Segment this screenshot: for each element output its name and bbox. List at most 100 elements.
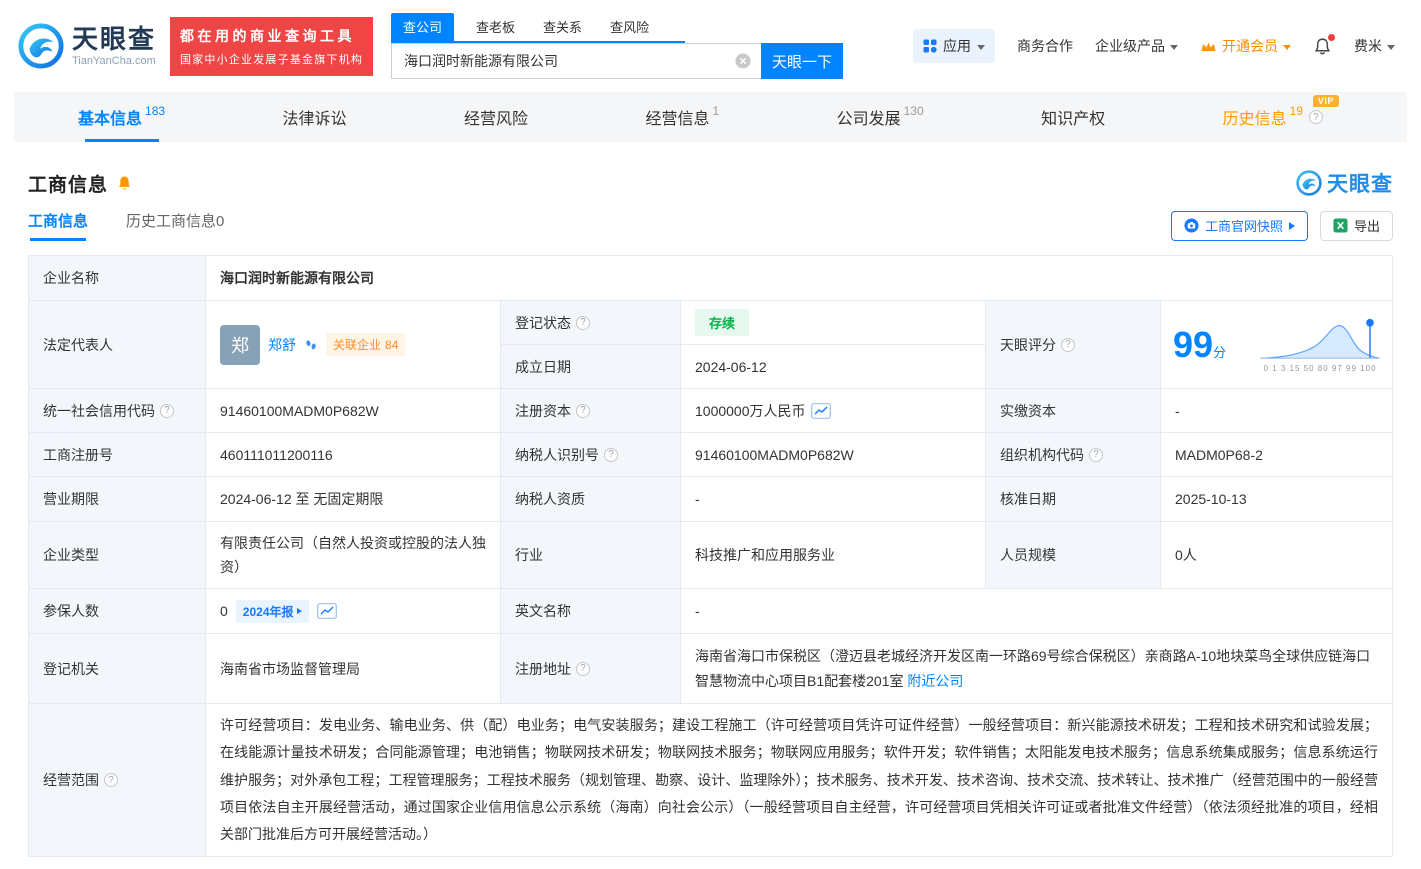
header-right: 应用 商务合作 企业级产品 开通会员 费米 xyxy=(913,29,1403,63)
tianyancha-logo[interactable]: 天眼查 TianYanCha.com xyxy=(18,23,156,69)
footprint-icon[interactable] xyxy=(304,338,318,352)
score-axis-labels: 0 1 3 15 50 80 97 99 100 xyxy=(1256,364,1384,373)
apps-label: 应用 xyxy=(943,36,971,56)
nav-company-development[interactable]: 公司发展 130 xyxy=(831,92,930,142)
official-snapshot-button[interactable]: 工商官网快照 xyxy=(1171,211,1308,241)
help-icon[interactable]: ? xyxy=(160,404,174,418)
apps-menu[interactable]: 应用 xyxy=(913,29,995,63)
field-value-business-term: 2024-06-12 至 无固定期限 xyxy=(206,477,501,522)
company-section-nav: 基本信息 183 法律诉讼 经营风险 经营信息 1 公司发展 130 知识产权 … xyxy=(14,92,1407,142)
tab-business-info[interactable]: 工商信息 xyxy=(28,210,88,241)
field-label-registration-status: 登记状态? xyxy=(501,301,681,345)
annual-report-badge[interactable]: 2024年报 xyxy=(236,600,309,623)
related-companies-label: 关联企业 xyxy=(333,336,381,353)
help-icon[interactable]: ? xyxy=(1061,338,1075,352)
field-label-registered-capital: 注册资本? xyxy=(501,389,681,433)
help-icon[interactable]: ? xyxy=(604,448,618,462)
legal-representative-link[interactable]: 郑舒 xyxy=(268,335,296,355)
enterprise-product-menu[interactable]: 企业级产品 xyxy=(1095,36,1178,56)
logo-domain: TianYanCha.com xyxy=(72,55,156,67)
nav-operation-risk[interactable]: 经营风险 xyxy=(458,92,534,142)
nav-company-development-count: 130 xyxy=(904,104,924,118)
field-value-approval-date: 2025-10-13 xyxy=(1161,477,1393,522)
help-icon[interactable]: ? xyxy=(576,404,590,418)
nearby-companies-link[interactable]: 附近公司 xyxy=(907,673,963,689)
business-cooperation-link[interactable]: 商务合作 xyxy=(1017,36,1073,56)
field-value-registration-status: 存续 xyxy=(681,301,986,345)
field-value-registration-authority: 海南省市场监督管理局 xyxy=(206,634,501,704)
export-button[interactable]: 导出 xyxy=(1320,211,1393,241)
trend-chart-icon[interactable] xyxy=(317,603,337,619)
nav-history-info[interactable]: 历史信息 19 VIP ? xyxy=(1217,92,1329,142)
tab-history-business-info[interactable]: 历史工商信息0 xyxy=(126,210,224,241)
business-info-table: 企业名称 海口润时新能源有限公司 法定代表人 郑 郑舒 关联企业 84 登记状态… xyxy=(28,255,1393,857)
search-button[interactable]: 天眼一下 xyxy=(761,43,843,79)
brand-slogan-banner: 都在用的商业查询工具 国家中小企业发展子基金旗下机构 xyxy=(170,17,373,76)
open-vip-menu[interactable]: 开通会员 xyxy=(1200,36,1291,56)
field-label-registration-authority: 登记机关 xyxy=(29,634,206,704)
field-value-tianyan-score[interactable]: 99分 0 1 3 15 50 80 97 99 100 xyxy=(1161,301,1393,389)
field-label-industry: 行业 xyxy=(501,522,681,589)
nav-operation-info-count: 1 xyxy=(712,104,719,118)
field-label-insured-count: 参保人数 xyxy=(29,589,206,634)
search-tabs: 查公司 查老板 查关系 查风险 xyxy=(391,13,685,43)
search-tab-relation[interactable]: 查关系 xyxy=(537,13,588,41)
nav-basic-info[interactable]: 基本信息 183 xyxy=(72,92,171,142)
logo-wave-icon xyxy=(18,23,64,69)
top-header: 天眼查 TianYanCha.com 都在用的商业查询工具 国家中小企业发展子基… xyxy=(0,0,1421,92)
field-value-registered-address: 海南省海口市保税区（澄迈县老城经济开发区南一环路69号综合保税区）亲商路A-10… xyxy=(681,634,1393,704)
field-value-company-name: 海口润时新能源有限公司 xyxy=(206,256,1393,301)
annual-report-label: 2024年报 xyxy=(243,603,294,620)
nav-intellectual-property-label: 知识产权 xyxy=(1041,105,1105,129)
field-value-credit-code: 91460100MADM0P682W xyxy=(206,389,501,433)
help-icon[interactable]: ? xyxy=(576,662,590,676)
help-icon[interactable]: ? xyxy=(104,773,118,787)
search-tab-company[interactable]: 查公司 xyxy=(391,13,454,41)
help-icon[interactable]: ? xyxy=(576,316,590,330)
field-label-tianyan-score: 天眼评分? xyxy=(986,301,1161,389)
field-label-approval-date: 核准日期 xyxy=(986,477,1161,522)
nav-intellectual-property[interactable]: 知识产权 xyxy=(1035,92,1111,142)
field-label-paid-capital: 实缴资本 xyxy=(986,389,1161,433)
score-number: 99 xyxy=(1173,324,1213,365)
related-companies-badge[interactable]: 关联企业 84 xyxy=(326,333,405,356)
field-label-taxpayer-id: 纳税人识别号? xyxy=(501,433,681,477)
notification-bell[interactable] xyxy=(1313,37,1332,56)
nav-history-info-count: 19 xyxy=(1290,104,1303,118)
user-menu[interactable]: 费米 xyxy=(1354,36,1395,56)
nav-basic-info-count: 183 xyxy=(145,104,165,118)
chevron-down-icon xyxy=(1170,45,1178,50)
field-value-insured-count: 0 2024年报 xyxy=(206,589,501,634)
logo-title: 天眼查 xyxy=(72,25,156,54)
crown-icon xyxy=(1200,40,1217,53)
search-tab-risk[interactable]: 查风险 xyxy=(604,13,655,41)
related-companies-count: 84 xyxy=(385,338,398,352)
field-label-taxpayer-quality: 纳税人资质 xyxy=(501,477,681,522)
avatar[interactable]: 郑 xyxy=(220,325,260,365)
tianyancha-watermark: 天眼查 xyxy=(1296,168,1393,198)
help-icon[interactable]: ? xyxy=(1309,110,1323,124)
nav-operation-info[interactable]: 经营信息 1 xyxy=(639,92,725,142)
field-label-business-term: 营业期限 xyxy=(29,477,206,522)
section-header: 工商信息 天眼查 xyxy=(28,142,1393,210)
vip-badge: VIP xyxy=(1313,95,1339,107)
nav-legal-litigation[interactable]: 法律诉讼 xyxy=(277,92,353,142)
registered-address-text: 海南省海口市保税区（澄迈县老城经济开发区南一环路69号综合保税区）亲商路A-10… xyxy=(695,648,1370,689)
open-vip-label: 开通会员 xyxy=(1222,36,1278,56)
field-label-business-scope: 经营范围? xyxy=(29,704,206,857)
official-snapshot-label: 工商官网快照 xyxy=(1205,216,1283,235)
clear-icon[interactable] xyxy=(735,53,751,69)
subtabs-row: 工商信息 历史工商信息0 工商官网快照 导出 xyxy=(28,210,1393,241)
export-label: 导出 xyxy=(1354,216,1380,235)
alert-bell-icon[interactable] xyxy=(116,175,133,192)
help-icon[interactable]: ? xyxy=(1089,448,1103,462)
field-label-registration-number: 工商注册号 xyxy=(29,433,206,477)
trend-chart-icon[interactable] xyxy=(811,403,831,419)
search-tab-boss[interactable]: 查老板 xyxy=(470,13,521,41)
nav-history-info-label: 历史信息 xyxy=(1223,105,1287,129)
field-label-legal-representative: 法定代表人 xyxy=(29,301,206,389)
watermark-text: 天眼查 xyxy=(1327,168,1393,198)
nav-operation-info-label: 经营信息 xyxy=(645,105,709,129)
field-value-registration-number: 460111011200116 xyxy=(206,433,501,477)
search-input[interactable] xyxy=(391,43,761,79)
